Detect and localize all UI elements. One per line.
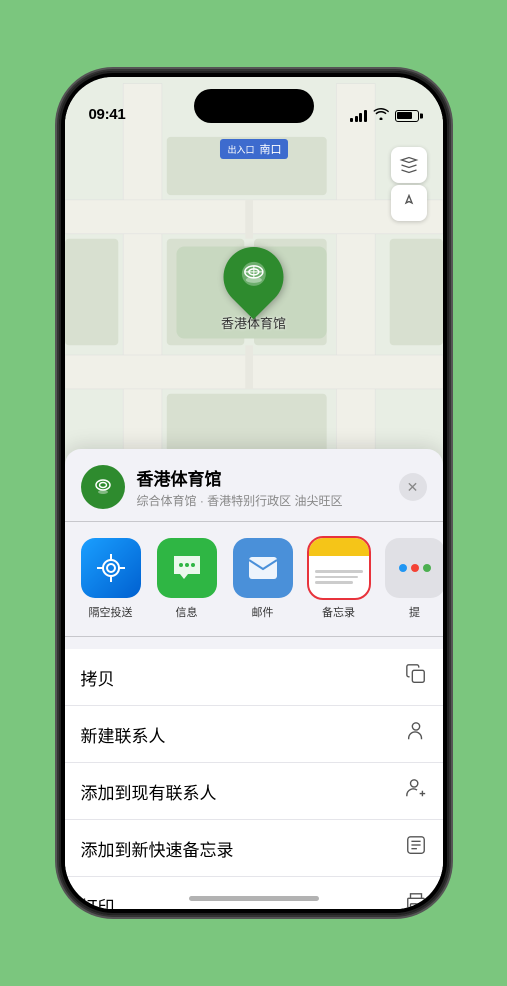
copy-label: 拷贝 bbox=[81, 665, 115, 690]
entrance-name: 南口 bbox=[260, 141, 282, 157]
airdrop-label: 隔空投送 bbox=[89, 604, 133, 620]
more-icon-wrap bbox=[385, 538, 443, 598]
person-icon bbox=[405, 720, 427, 748]
print-label: 打印 bbox=[81, 893, 115, 910]
venue-avatar bbox=[81, 465, 125, 509]
notes-top-bar bbox=[309, 538, 369, 556]
sheet-header: 香港体育馆 综合体育馆 · 香港特别行政区 油尖旺区 ✕ bbox=[65, 465, 443, 522]
notes-icon-inner bbox=[309, 538, 369, 598]
status-icons bbox=[350, 108, 419, 123]
status-time: 09:41 bbox=[89, 106, 126, 123]
new-contact-label: 新建联系人 bbox=[81, 722, 166, 747]
notes-line-2 bbox=[315, 576, 358, 579]
message-label: 信息 bbox=[176, 604, 198, 620]
dynamic-island bbox=[194, 89, 314, 123]
menu-item-print[interactable]: 打印 bbox=[65, 877, 443, 909]
add-existing-contact-label: 添加到现有联系人 bbox=[81, 779, 217, 804]
menu-item-add-existing-contact[interactable]: 添加到现有联系人 bbox=[65, 763, 443, 820]
share-item-mail[interactable]: 邮件 bbox=[233, 538, 293, 620]
menu-item-copy[interactable]: 拷贝 bbox=[65, 649, 443, 706]
share-item-airdrop[interactable]: 隔空投送 bbox=[81, 538, 141, 620]
notes-icon bbox=[309, 538, 369, 598]
venue-description: 综合体育馆 · 香港特别行政区 油尖旺区 bbox=[137, 492, 399, 509]
printer-icon bbox=[405, 891, 427, 909]
wifi-icon bbox=[373, 108, 389, 123]
map-entrance-label: 出入口 南口 bbox=[219, 139, 287, 159]
more-dots-container bbox=[399, 564, 431, 572]
menu-item-add-note[interactable]: 添加到新快速备忘录 bbox=[65, 820, 443, 877]
dot-red bbox=[411, 564, 419, 572]
menu-item-new-contact[interactable]: 新建联系人 bbox=[65, 706, 443, 763]
message-icon bbox=[157, 538, 217, 598]
map-controls bbox=[391, 147, 427, 221]
mail-label: 邮件 bbox=[252, 604, 274, 620]
marker-pin bbox=[211, 235, 296, 320]
map-location-button[interactable] bbox=[391, 185, 427, 221]
close-button[interactable]: ✕ bbox=[399, 473, 427, 501]
add-note-label: 添加到新快速备忘录 bbox=[81, 836, 234, 861]
more-label: 提 bbox=[409, 604, 420, 620]
notes-line-1 bbox=[315, 570, 363, 573]
phone-screen: 09:41 bbox=[65, 77, 443, 909]
person-add-icon bbox=[405, 777, 427, 805]
home-indicator bbox=[189, 896, 319, 901]
note-icon bbox=[405, 834, 427, 862]
bottom-sheet: 香港体育馆 综合体育馆 · 香港特别行政区 油尖旺区 ✕ bbox=[65, 449, 443, 909]
dot-green bbox=[423, 564, 431, 572]
notes-label: 备忘录 bbox=[322, 604, 355, 620]
signal-icon bbox=[350, 110, 367, 122]
battery-icon bbox=[395, 110, 419, 122]
share-item-more[interactable]: 提 bbox=[385, 538, 443, 620]
mail-icon bbox=[233, 538, 293, 598]
map-layers-button[interactable] bbox=[391, 147, 427, 183]
notes-line-3 bbox=[315, 581, 353, 584]
venue-marker-icon bbox=[237, 258, 269, 297]
share-item-message[interactable]: 信息 bbox=[157, 538, 217, 620]
map-area: 出入口 南口 bbox=[65, 77, 443, 507]
venue-name: 香港体育馆 bbox=[137, 465, 399, 490]
entrance-type: 出入口 bbox=[225, 143, 256, 156]
phone-frame: 09:41 bbox=[59, 71, 449, 915]
share-row: 隔空投送 信息 bbox=[65, 522, 443, 637]
airdrop-icon bbox=[81, 538, 141, 598]
dot-blue bbox=[399, 564, 407, 572]
notes-lines bbox=[309, 556, 369, 598]
menu-list: 拷贝 新建联系人 bbox=[65, 649, 443, 909]
share-item-notes[interactable]: 备忘录 bbox=[309, 538, 369, 620]
venue-info: 香港体育馆 综合体育馆 · 香港特别行政区 油尖旺区 bbox=[137, 465, 399, 509]
copy-icon bbox=[405, 663, 427, 691]
location-marker: 香港体育馆 bbox=[221, 247, 286, 332]
